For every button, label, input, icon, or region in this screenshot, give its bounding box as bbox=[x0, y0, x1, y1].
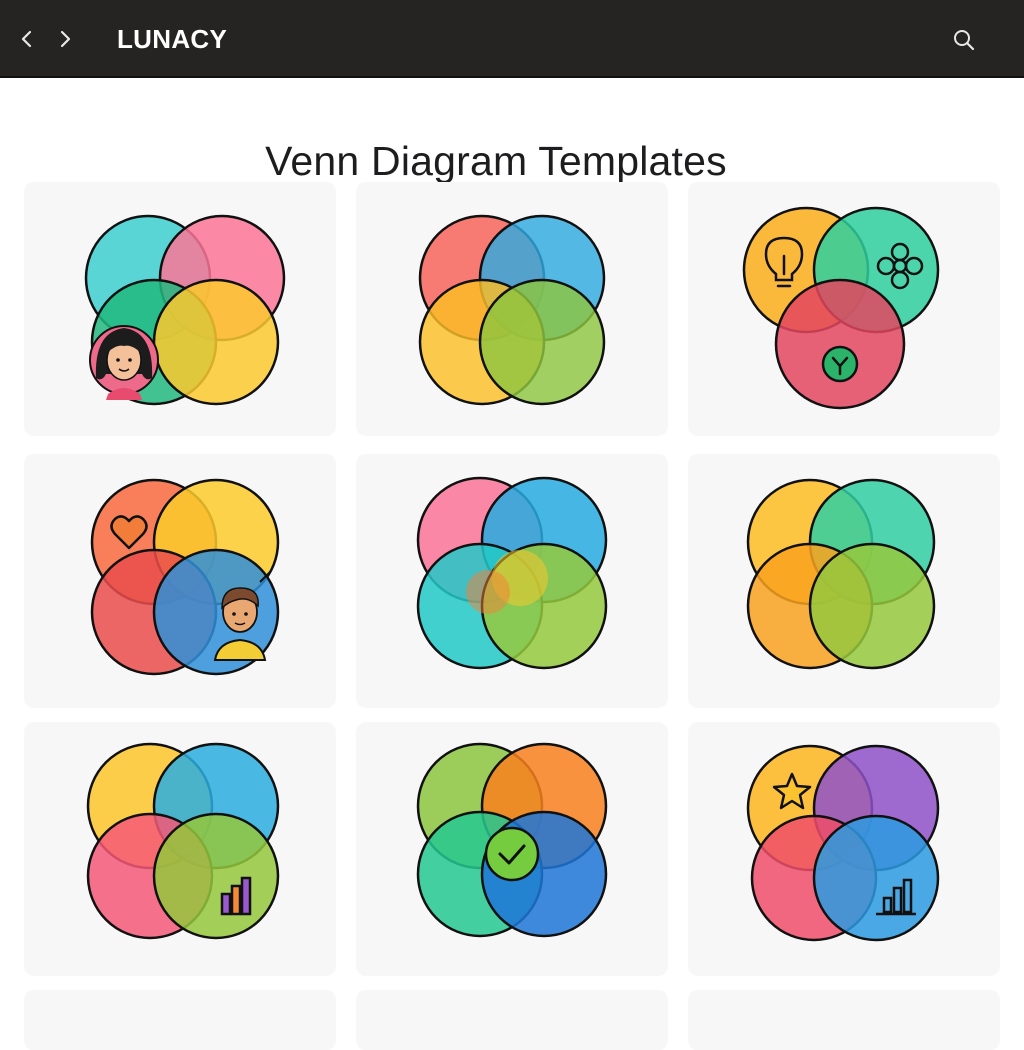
template-card-12[interactable] bbox=[688, 990, 1000, 1050]
template-card-3[interactable] bbox=[688, 182, 1000, 436]
template-card-4[interactable] bbox=[24, 454, 336, 708]
venn-diagram-3 bbox=[742, 206, 940, 410]
chevron-right-icon bbox=[60, 30, 71, 48]
template-card-5[interactable] bbox=[356, 454, 668, 708]
template-card-9[interactable] bbox=[688, 722, 1000, 976]
template-card-11[interactable] bbox=[356, 990, 668, 1050]
template-card-7[interactable] bbox=[24, 722, 336, 976]
brand-logo[interactable]: LUNACY bbox=[117, 24, 227, 54]
venn-diagram-1 bbox=[84, 214, 286, 406]
venn-diagram-5 bbox=[416, 476, 608, 670]
check-circle-icon bbox=[821, 345, 859, 383]
template-card-6[interactable] bbox=[688, 454, 1000, 708]
search-icon bbox=[954, 30, 975, 51]
venn-diagram-9 bbox=[746, 744, 940, 942]
top-bar: LUNACY bbox=[0, 0, 1024, 78]
template-card-2[interactable] bbox=[356, 182, 668, 436]
venn-diagram-4 bbox=[90, 478, 280, 676]
venn-diagram-6 bbox=[746, 478, 936, 670]
template-card-8[interactable] bbox=[356, 722, 668, 976]
check-circle-icon bbox=[484, 826, 540, 882]
forward-button[interactable] bbox=[51, 24, 79, 54]
venn-diagram-8 bbox=[416, 742, 608, 938]
venn-diagram-7 bbox=[86, 742, 280, 940]
search-button[interactable] bbox=[950, 26, 978, 54]
back-button[interactable] bbox=[13, 24, 41, 54]
template-card-10[interactable] bbox=[24, 990, 336, 1050]
chevron-left-icon bbox=[21, 30, 32, 48]
template-card-1[interactable] bbox=[24, 182, 336, 436]
venn-diagram-2 bbox=[418, 214, 606, 406]
